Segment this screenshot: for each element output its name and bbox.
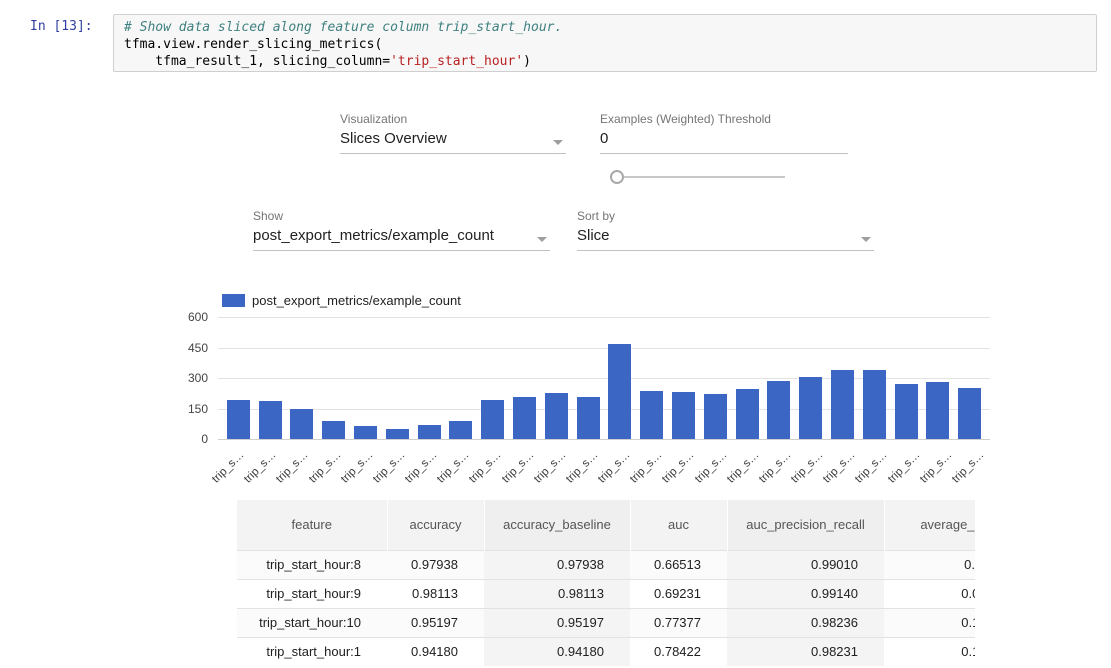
metric-cell: 0.98113: [484, 579, 630, 608]
legend-swatch: [222, 294, 245, 307]
gridline: [218, 439, 990, 440]
metric-cell: 0.1541: [884, 608, 975, 637]
metric-cell: 0.66513: [630, 550, 727, 579]
plot-area: [218, 317, 990, 439]
chevron-down-icon: [861, 237, 871, 242]
bar: [354, 426, 377, 439]
feature-cell: trip_start_hour:9: [237, 579, 387, 608]
bar: [767, 381, 790, 439]
table-body: trip_start_hour:80.979380.979380.665130.…: [237, 550, 975, 666]
bar: [640, 391, 663, 439]
threshold-label: Examples (Weighted) Threshold: [600, 112, 771, 126]
bar: [895, 384, 918, 439]
bar: [481, 400, 504, 439]
visualization-label: Visualization: [340, 112, 407, 126]
metric-cell: 0.97938: [484, 550, 630, 579]
y-tick-label: 450: [170, 341, 208, 355]
cell-prompt: In [13]:: [30, 19, 110, 34]
column-header: average_los: [884, 500, 975, 550]
y-tick-label: 600: [170, 310, 208, 324]
column-header: accuracy_baseline: [484, 500, 630, 550]
metric-cell: 0.99010: [727, 550, 884, 579]
metric-cell: 0.95197: [484, 608, 630, 637]
sort-label: Sort by: [577, 209, 615, 223]
chevron-down-icon: [537, 237, 547, 242]
feature-cell: trip_start_hour:8: [237, 550, 387, 579]
metric-cell: 0.1111: [884, 550, 975, 579]
metric-cell: 0.98113: [387, 579, 484, 608]
bars: [218, 317, 990, 439]
bar: [513, 397, 536, 439]
bar: [672, 392, 695, 439]
bar: [290, 409, 313, 439]
y-tick-label: 0: [170, 432, 208, 446]
code-line3: tfma_result_1, slicing_column='trip_star…: [124, 54, 531, 69]
metric-cell: 0.69231: [630, 579, 727, 608]
y-tick-label: 300: [170, 371, 208, 385]
code-cell[interactable]: # Show data sliced along feature column …: [113, 14, 1097, 72]
bar: [545, 393, 568, 439]
bar: [608, 344, 631, 439]
metrics-table: featureaccuracyaccuracy_baselineaucauc_p…: [237, 500, 975, 666]
legend-label: post_export_metrics/example_count: [252, 293, 461, 308]
table-row: trip_start_hour:80.979380.979380.665130.…: [237, 550, 975, 579]
metric-cell: 0.98231: [727, 637, 884, 666]
metric-cell: 0.99140: [727, 579, 884, 608]
feature-cell: trip_start_hour:10: [237, 608, 387, 637]
y-tick-label: 150: [170, 402, 208, 416]
bar: [704, 394, 727, 439]
metric-cell: 0.94180: [484, 637, 630, 666]
sort-dropdown[interactable]: Slice: [577, 227, 874, 251]
bar: [322, 421, 345, 439]
metric-cell: 0.0892: [884, 579, 975, 608]
bar: [863, 370, 886, 439]
metric-cell: 0.97938: [387, 550, 484, 579]
visualization-dropdown[interactable]: Slices Overview: [340, 130, 566, 154]
show-dropdown[interactable]: post_export_metrics/example_count: [253, 227, 550, 251]
threshold-value: 0: [600, 130, 608, 147]
bar: [799, 377, 822, 439]
table-row: trip_start_hour:90.981130.981130.692310.…: [237, 579, 975, 608]
bar: [227, 400, 250, 439]
bar: [736, 389, 759, 439]
x-axis-labels: trip_s…trip_s…trip_s…trip_s…trip_s…trip_…: [218, 447, 990, 481]
column-header: auc: [630, 500, 727, 550]
chevron-down-icon: [553, 140, 563, 145]
threshold-slider-knob[interactable]: [610, 170, 624, 184]
metric-cell: 0.77377: [630, 608, 727, 637]
code-comment: # Show data sliced along feature column …: [124, 20, 562, 35]
bar: [418, 425, 441, 439]
bar: [259, 401, 282, 439]
feature-cell: trip_start_hour:1: [237, 637, 387, 666]
bar-chart: 6004503001500: [170, 317, 992, 439]
column-header: accuracy: [387, 500, 484, 550]
show-label: Show: [253, 209, 283, 223]
code-string: 'trip_start_hour': [390, 54, 523, 69]
bar: [926, 382, 949, 439]
bar: [958, 388, 981, 439]
metric-cell: 0.98236: [727, 608, 884, 637]
bar: [386, 429, 409, 439]
metric-cell: 0.78422: [630, 637, 727, 666]
sort-value: Slice: [577, 227, 610, 244]
bar: [831, 370, 854, 439]
visualization-value: Slices Overview: [340, 130, 447, 147]
metric-cell: 0.1901: [884, 637, 975, 666]
column-header: feature: [237, 500, 387, 550]
metric-cell: 0.94180: [387, 637, 484, 666]
metrics-table-container: featureaccuracyaccuracy_baselineaucauc_p…: [237, 500, 975, 668]
column-header: auc_precision_recall: [727, 500, 884, 550]
metric-cell: 0.95197: [387, 608, 484, 637]
threshold-input[interactable]: 0: [600, 130, 848, 154]
bar: [577, 397, 600, 439]
bar: [449, 421, 472, 439]
threshold-slider-track[interactable]: [624, 176, 785, 178]
table-row: trip_start_hour:10.941800.941800.784220.…: [237, 637, 975, 666]
table-header-row: featureaccuracyaccuracy_baselineaucauc_p…: [237, 500, 975, 550]
code-line2: tfma.view.render_slicing_metrics(: [124, 37, 382, 52]
table-row: trip_start_hour:100.951970.951970.773770…: [237, 608, 975, 637]
show-value: post_export_metrics/example_count: [253, 227, 494, 244]
